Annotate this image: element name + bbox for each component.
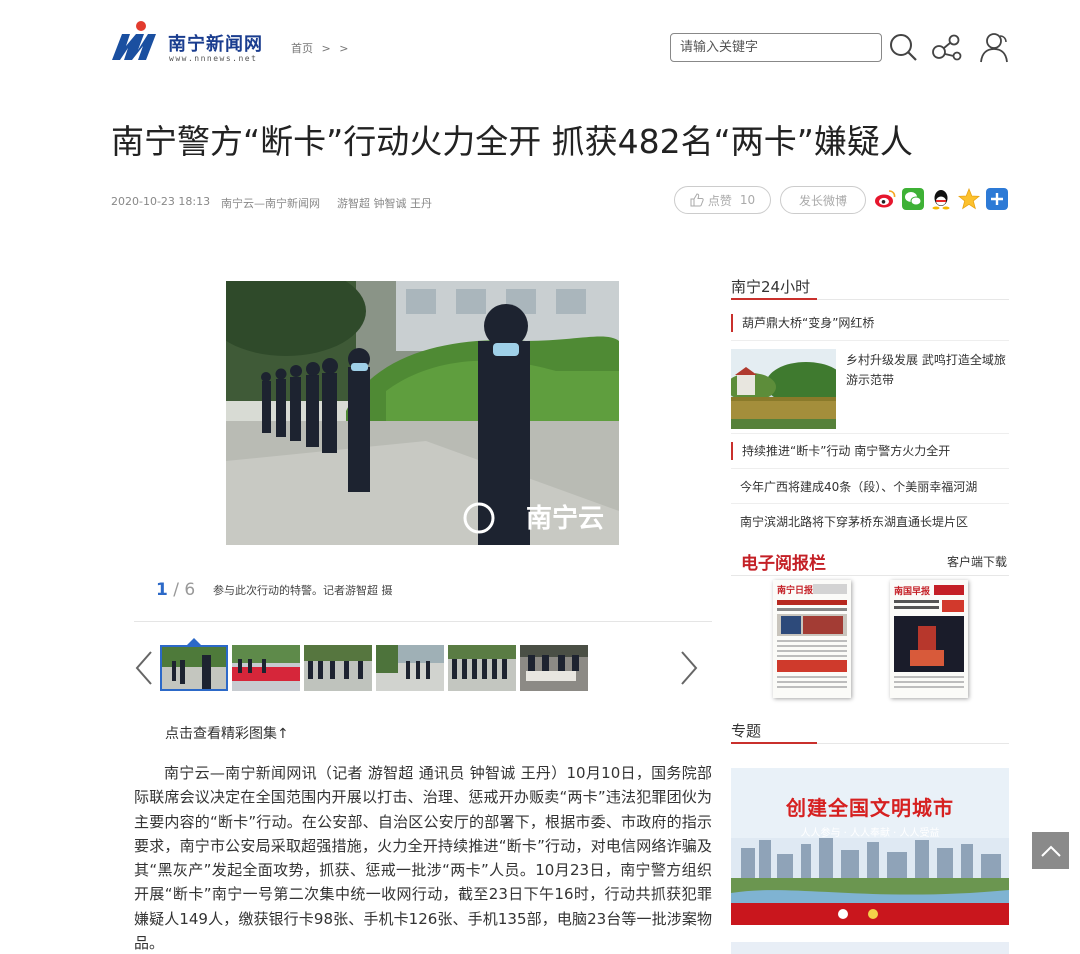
paper-masthead: 南宁日报 xyxy=(777,584,813,596)
article-source[interactable]: 南宁云—南宁新闻网 xyxy=(221,195,320,211)
user-icon[interactable] xyxy=(978,30,1012,64)
site-logo-icon[interactable] xyxy=(110,20,160,62)
like-count: 10 xyxy=(739,193,756,207)
newspaper-nanning-daily[interactable]: 南宁日报 xyxy=(773,580,851,698)
qq-icon[interactable] xyxy=(930,188,952,210)
site-name[interactable]: 南宁新闻网 xyxy=(168,30,263,56)
site-url: www.nnnews.net xyxy=(169,54,258,63)
plus-icon[interactable] xyxy=(986,188,1008,210)
news24-rule-accent xyxy=(731,298,817,300)
breadcrumb-home[interactable]: 首页 xyxy=(291,42,313,55)
special-rule-accent xyxy=(731,742,817,744)
article-authors: 游智超 钟智诚 王丹 xyxy=(337,197,432,210)
long-weibo-button[interactable]: 发长微博 xyxy=(780,186,866,214)
gallery-thumb[interactable] xyxy=(232,645,300,691)
paper-masthead: 南国早报 xyxy=(894,585,930,597)
gallery-thumb[interactable] xyxy=(520,645,588,691)
wechat-icon[interactable] xyxy=(902,188,924,210)
like-label: 点赞 xyxy=(707,193,732,208)
gallery-prev-arrow-icon[interactable] xyxy=(133,648,157,688)
gallery-separator: / xyxy=(173,580,179,600)
active-thumb-caret xyxy=(187,638,201,645)
civilized-city-banner[interactable]: 创建全国文明城市 人人参与 · 人人奉献 · 人人受益 xyxy=(731,768,1009,925)
qzone-star-icon[interactable] xyxy=(958,188,980,210)
chevron-up-icon xyxy=(1040,845,1061,857)
news-item[interactable]: 南宁滨湖北路将下穿茅桥东湖直通长堤片区 xyxy=(731,513,1009,531)
newspaper-nanguo-morning[interactable]: 南国早报 xyxy=(890,580,968,698)
back-to-top-button[interactable] xyxy=(1032,832,1069,869)
gallery-total: 6 xyxy=(184,580,196,600)
article-title: 南宁警方“断卡”行动火力全开 抓获482名“两卡”嫌疑人 xyxy=(111,122,913,161)
search-input[interactable] xyxy=(670,33,882,62)
news-separator xyxy=(731,503,1009,504)
photo-watermark: 南宁云 xyxy=(526,503,604,534)
like-button[interactable]: 点赞 10 xyxy=(674,186,771,214)
gallery-thumb[interactable] xyxy=(160,645,228,691)
gallery-divider xyxy=(134,621,712,622)
news-feature-title[interactable]: 乡村升级发展 武鸣打造全域旅游示范带 xyxy=(846,350,1006,390)
photo-caption: 参与此次行动的特警。记者游智超 摄 xyxy=(213,584,393,597)
gallery-current-index: 1 xyxy=(156,580,168,600)
news-separator xyxy=(731,468,1009,469)
breadcrumb-separator: > xyxy=(339,42,349,55)
news-feature-image[interactable] xyxy=(731,349,836,429)
search-icon[interactable] xyxy=(887,30,921,64)
publish-datetime: 2020-10-23 18:13 xyxy=(111,195,211,208)
gallery-thumb[interactable] xyxy=(376,645,444,691)
client-download-link[interactable]: 客户端下载 xyxy=(947,553,1007,570)
article-paragraph: 南宁云—南宁新闻网讯（记者 游智超 通讯员 钟智诚 王丹）10月10日，国务院部… xyxy=(134,764,712,953)
breadcrumb: 首页 > > xyxy=(291,40,353,56)
epaper-heading: 电子阅报栏 xyxy=(741,554,826,574)
gallery-main-photo[interactable]: 南宁云 xyxy=(226,281,619,545)
news24-heading: 南宁24小时 xyxy=(731,278,811,296)
breadcrumb-separator: > xyxy=(321,42,331,55)
gallery-next-arrow-icon[interactable] xyxy=(676,648,700,688)
share-network-icon[interactable] xyxy=(930,30,964,64)
news-separator xyxy=(731,340,1009,341)
epaper-rule xyxy=(731,575,1009,576)
news-item[interactable]: 持续推进“断卡”行动 南宁警方火力全开 xyxy=(731,442,1009,460)
gallery-thumb[interactable] xyxy=(448,645,516,691)
banner-subtitle: 人人参与 · 人人奉献 · 人人受益 xyxy=(800,828,940,839)
gallery-pager: 1 / 6 xyxy=(156,580,195,600)
view-gallery-link[interactable]: 点击查看精彩图集↑ xyxy=(165,723,289,743)
news-item[interactable]: 今年广西将建成40条（段）、个美丽幸福河湖 xyxy=(731,478,1009,496)
thumbs-up-icon xyxy=(690,193,704,207)
news-item[interactable]: 葫芦鼎大桥“变身”网红桥 xyxy=(731,314,1009,332)
secondary-banner[interactable] xyxy=(731,942,1009,954)
news-separator xyxy=(731,433,1009,434)
banner-title: 创建全国文明城市 xyxy=(786,796,954,820)
gallery-thumb[interactable] xyxy=(304,645,372,691)
weibo-icon[interactable] xyxy=(874,188,896,210)
special-heading: 专题 xyxy=(731,722,762,740)
